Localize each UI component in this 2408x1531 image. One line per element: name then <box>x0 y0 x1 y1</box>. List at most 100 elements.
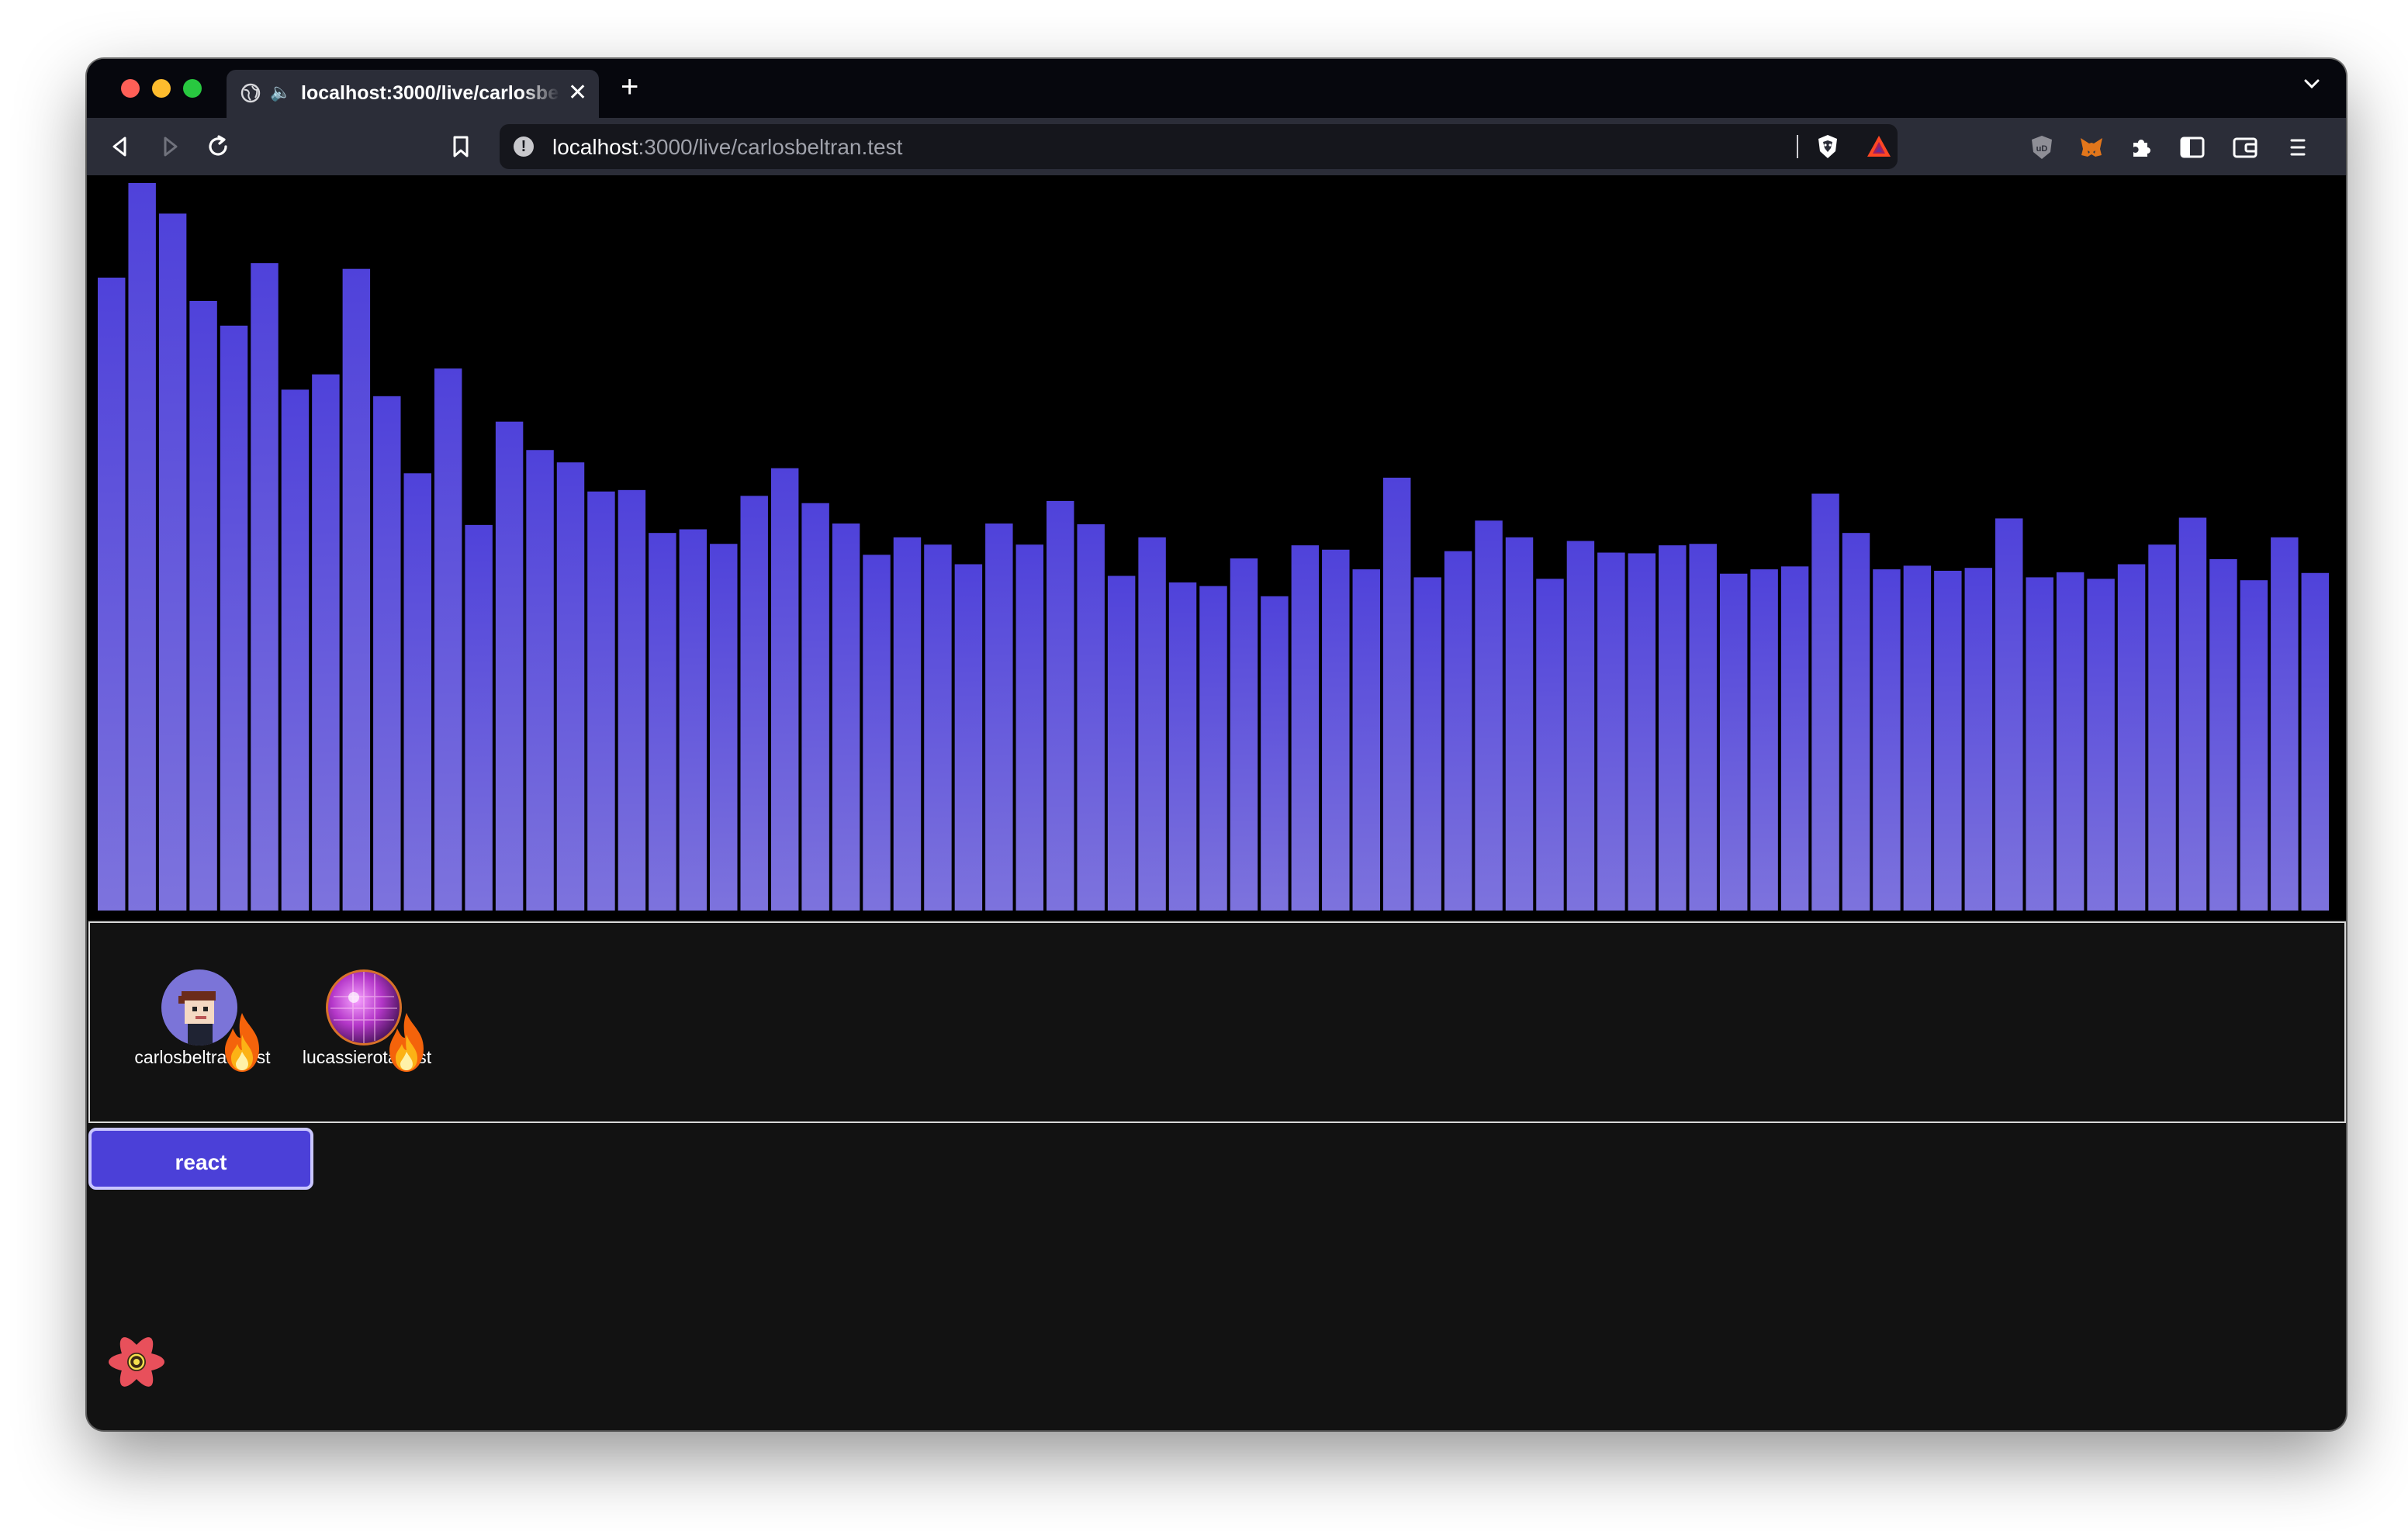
forward-button[interactable] <box>158 135 182 158</box>
frequency-bar <box>1230 558 1258 911</box>
frequency-bar <box>893 537 922 911</box>
frequency-bar <box>220 325 248 911</box>
frequency-bar <box>1628 553 1656 911</box>
frequency-bar <box>1750 569 1778 911</box>
frequency-bar <box>1964 568 1993 911</box>
frequency-bar <box>1291 545 1320 911</box>
fire-emoji-icon <box>389 1013 424 1072</box>
frequency-bar <box>1659 545 1687 911</box>
frequency-bar <box>128 183 156 911</box>
frequency-bar <box>281 389 310 911</box>
frequency-bar <box>434 368 462 911</box>
frequency-bar <box>1566 541 1595 911</box>
brave-rewards-icon[interactable] <box>1865 133 1893 161</box>
user-reaction-lucassierota: lucassierota.test <box>285 969 448 1078</box>
metamask-icon[interactable] <box>2076 132 2107 163</box>
close-window-button[interactable] <box>121 79 140 98</box>
frequency-bar <box>526 450 554 911</box>
audio-visualizer <box>87 175 2346 920</box>
frequency-bar <box>740 496 768 911</box>
frequency-bar <box>1505 537 1534 911</box>
frequency-bar <box>2301 572 2329 911</box>
frequency-bar <box>342 268 371 911</box>
frequency-bar <box>2026 577 2053 911</box>
frequency-bar <box>1873 569 1901 911</box>
frequency-bar <box>1322 549 1350 911</box>
zoom-window-button[interactable] <box>183 79 202 98</box>
tab-list-chevron-icon[interactable] <box>2301 73 2323 95</box>
frequency-bar <box>832 523 860 911</box>
frequency-bar <box>1995 518 2023 911</box>
frequency-bar <box>2271 537 2299 911</box>
frequency-bar <box>189 300 217 911</box>
frequency-bar <box>618 489 646 911</box>
fire-emoji-icon <box>225 1013 259 1072</box>
frequency-bar <box>1444 551 1472 911</box>
tab-strip: 🔈 localhost:3000/live/carlosbeltran.test… <box>87 59 2346 118</box>
reload-button[interactable] <box>205 133 231 160</box>
frequency-bar <box>863 555 891 911</box>
frequency-bar <box>312 374 340 911</box>
frequency-bar <box>1138 537 1166 911</box>
frequency-bar <box>1719 573 1748 911</box>
frequency-bar <box>465 524 493 911</box>
back-button[interactable] <box>109 135 132 158</box>
frequency-bar <box>1077 524 1105 911</box>
frequency-bar <box>556 462 585 911</box>
frequency-bar <box>2148 544 2176 911</box>
frequency-bar <box>1934 570 1962 911</box>
browser-window: 🔈 localhost:3000/live/carlosbeltran.test… <box>87 59 2346 1430</box>
frequency-bar <box>1352 569 1380 911</box>
frequency-bar <box>2056 572 2085 911</box>
frequency-bar <box>954 564 983 911</box>
frequency-bar <box>1689 544 1717 911</box>
svg-text:uD: uD <box>2036 144 2048 154</box>
frequency-bar <box>2209 558 2237 911</box>
frequency-bar <box>1107 575 1136 911</box>
new-tab-button[interactable]: + <box>621 71 638 102</box>
frequency-bar <box>1811 493 1839 911</box>
wallet-icon[interactable] <box>2230 132 2261 163</box>
reactions-panel: carlosbeltran.test lucassierota.test <box>88 921 2346 1123</box>
browser-tab[interactable]: 🔈 localhost:3000/live/carlosbeltran.test… <box>227 70 599 118</box>
brave-shields-icon[interactable] <box>1814 133 1842 161</box>
frequency-bar <box>1475 520 1503 911</box>
frequency-bar <box>98 277 126 911</box>
site-info-icon[interactable]: ! <box>514 137 534 157</box>
frequency-bar <box>679 529 708 911</box>
tab-title: localhost:3000/live/carlosbeltran.test <box>301 82 559 104</box>
frequency-bar <box>2117 564 2146 911</box>
ublock-icon[interactable]: uD <box>2026 132 2057 163</box>
address-bar[interactable]: ! localhost:3000/live/carlosbeltran.test <box>500 124 1898 169</box>
frequency-bar <box>924 544 952 911</box>
user-reaction-carlosbeltran: carlosbeltran.test <box>121 969 284 1078</box>
bookmark-icon[interactable] <box>452 135 470 158</box>
frequency-bar <box>2240 580 2268 911</box>
menu-icon[interactable] <box>2282 132 2313 163</box>
frequency-bar <box>587 491 615 911</box>
frequency-bar <box>1199 586 1227 911</box>
frequency-bar <box>770 468 799 911</box>
frequency-bar <box>1413 577 1441 911</box>
frequency-bar <box>1382 477 1411 911</box>
url-text[interactable]: localhost:3000/live/carlosbeltran.test <box>552 135 902 160</box>
frequency-bar <box>1015 544 1044 911</box>
frequency-bar <box>1536 579 1564 911</box>
frequency-bar <box>1597 552 1625 911</box>
minimize-window-button[interactable] <box>152 79 171 98</box>
browser-toolbar: ! localhost:3000/live/carlosbeltran.test… <box>87 118 2346 175</box>
close-tab-icon[interactable]: ✕ <box>568 79 587 106</box>
frequency-bar <box>649 533 676 911</box>
frequency-bar <box>403 473 431 911</box>
react-button[interactable]: react <box>88 1128 313 1190</box>
speaker-icon[interactable]: 🔈 <box>270 82 291 102</box>
frequency-bar <box>158 213 187 911</box>
frequency-bars-chart <box>98 183 2329 911</box>
react-devtools-icon[interactable] <box>106 1331 168 1393</box>
frequency-bar <box>1780 566 1809 911</box>
frequency-bar <box>801 503 829 911</box>
frequency-bar <box>1842 533 1870 911</box>
sidebar-icon[interactable] <box>2177 132 2208 163</box>
frequency-bar <box>373 396 401 911</box>
puzzle-extensions-icon[interactable] <box>2126 132 2157 163</box>
